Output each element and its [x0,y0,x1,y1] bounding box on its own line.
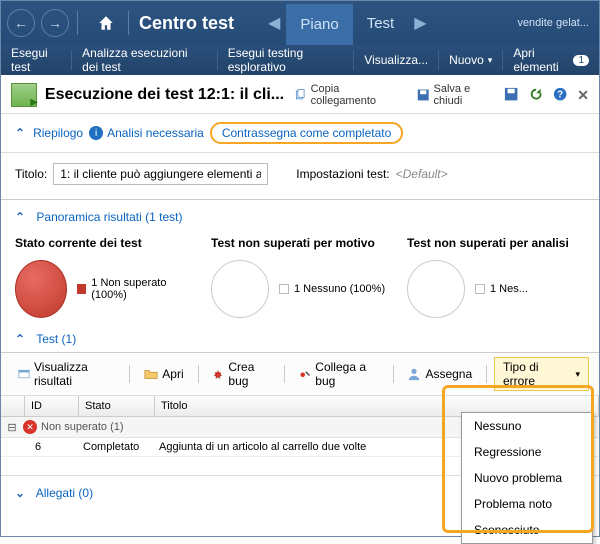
cell-id: 6 [25,441,79,453]
home-button[interactable] [92,9,120,37]
error-menu-item-unknown[interactable]: Sconosciuto [462,517,592,543]
analysis-link[interactable]: Analisi necessaria [107,126,204,140]
expand-attachments-icon[interactable]: ⌄ [15,486,25,500]
cmd-exploratory[interactable]: Esegui testing esplorativo [218,50,355,70]
open-items-count: 1 [573,55,589,66]
pie-by-reason [211,260,269,318]
group-label: Non superato (1) [41,421,124,433]
tab-next-icon[interactable]: ▶ [414,13,426,33]
info-icon[interactable]: i [89,126,103,140]
copy-link-button[interactable]: Copia collegamento [294,83,397,107]
top-nav: ← → Centro test ◀ Piano Test ▶ vendite g… [1,1,599,45]
link-bug-button[interactable]: Collega a bug [292,357,385,391]
error-menu-item-known[interactable]: Problema noto [462,491,592,517]
cmd-view[interactable]: Visualizza... [354,50,439,70]
assign-button[interactable]: Assegna [400,364,479,384]
col-state[interactable]: Stato [79,396,155,416]
refresh-icon[interactable] [529,87,543,103]
cmd-run-tests[interactable]: Esegui test [1,50,72,70]
back-button[interactable]: ← [7,9,35,37]
tests-toolbar: Visualizza risultati Apri Crea bug Colle… [1,352,599,396]
summary-row: ⌃ Riepilogo i Analisi necessaria Contras… [1,114,599,152]
open-button[interactable]: Apri [137,364,190,384]
error-menu-item-none[interactable]: Nessuno [462,413,592,439]
document-header: Esecuzione dei test 12:1: il cli... Copi… [1,75,599,114]
app-title: Centro test [139,13,234,34]
error-menu-item-regression[interactable]: Regressione [462,439,592,465]
svg-text:?: ? [557,90,563,101]
collapse-group-icon[interactable]: ⊟ [5,421,19,434]
settings-value[interactable]: <Default> [396,167,448,181]
cell-state: Completato [79,441,155,453]
tab-prev-icon[interactable]: ◀ [268,13,280,33]
cmd-analyze[interactable]: Analizza esecuzioni dei test [72,50,218,70]
tab-label: Test [367,15,395,32]
results-section-link[interactable]: Panoramica risultati (1 test) [36,210,182,224]
results-section-header: ⌃ Panoramica risultati (1 test) [1,200,599,230]
failed-icon: ✕ [23,420,37,434]
legend-none: 1 Nessuno (100%) [279,283,385,295]
tests-section-header: ⌃ Test (1) [1,328,599,352]
title-label: Titolo: [15,167,47,181]
error-type-menu: Nessuno Regressione Nuovo problema Probl… [461,412,593,544]
title-row: Titolo: Impostazioni test: <Default> [1,153,599,200]
pie-current-state [15,260,67,318]
legend-failed: 1 Non superato (100%) [77,277,193,301]
close-icon[interactable]: ✕ [577,87,589,104]
view-results-button[interactable]: Visualizza risultati [11,357,122,391]
collapse-summary-icon[interactable]: ⌃ [15,126,25,140]
test-run-icon [11,83,37,107]
tab-piano[interactable]: Piano [286,1,352,45]
summary-link[interactable]: Riepilogo [33,126,83,140]
save-close-button[interactable]: Salva e chiudi [417,83,494,107]
settings-label: Impostazioni test: [296,167,389,181]
expand-column[interactable] [1,396,25,416]
cmd-new[interactable]: Nuovo [439,50,503,70]
command-bar: Esegui test Analizza esecuzioni dei test… [1,45,599,75]
project-name[interactable]: vendite gelat... [517,17,599,29]
error-menu-item-new[interactable]: Nuovo problema [462,465,592,491]
save-icon[interactable] [504,87,518,103]
separator [77,11,78,35]
pie-by-analysis [407,260,465,318]
cmd-open-items[interactable]: Apri elementi1 [503,46,599,74]
title-input[interactable] [53,163,268,185]
forward-button[interactable]: → [41,9,69,37]
error-type-dropdown[interactable]: Tipo di errore [494,357,589,391]
mark-complete-pill[interactable]: Contrassegna come completato [210,122,403,144]
stat1-heading: Stato corrente dei test [15,236,193,250]
tests-section-link[interactable]: Test (1) [36,332,76,346]
tab-test[interactable]: Test [353,1,409,45]
document-title: Esecuzione dei test 12:1: il cli... [45,86,284,104]
collapse-results-icon[interactable]: ⌃ [15,210,25,224]
mark-complete-link[interactable]: Contrassegna come completato [222,126,391,140]
separator [128,11,129,35]
attachments-link[interactable]: Allegati (0) [36,486,93,500]
stat2-heading: Test non superati per motivo [211,236,389,250]
results-stats: Stato corrente dei test 1 Non superato (… [1,230,599,328]
help-icon[interactable]: ? [553,87,567,103]
create-bug-button[interactable]: Crea bug [205,357,277,391]
collapse-tests-icon[interactable]: ⌃ [15,332,25,346]
tab-label: Piano [300,16,338,33]
legend-analysis: 1 Nes... [475,283,528,295]
stat3-heading: Test non superati per analisi [407,236,585,250]
col-id[interactable]: ID [25,396,79,416]
